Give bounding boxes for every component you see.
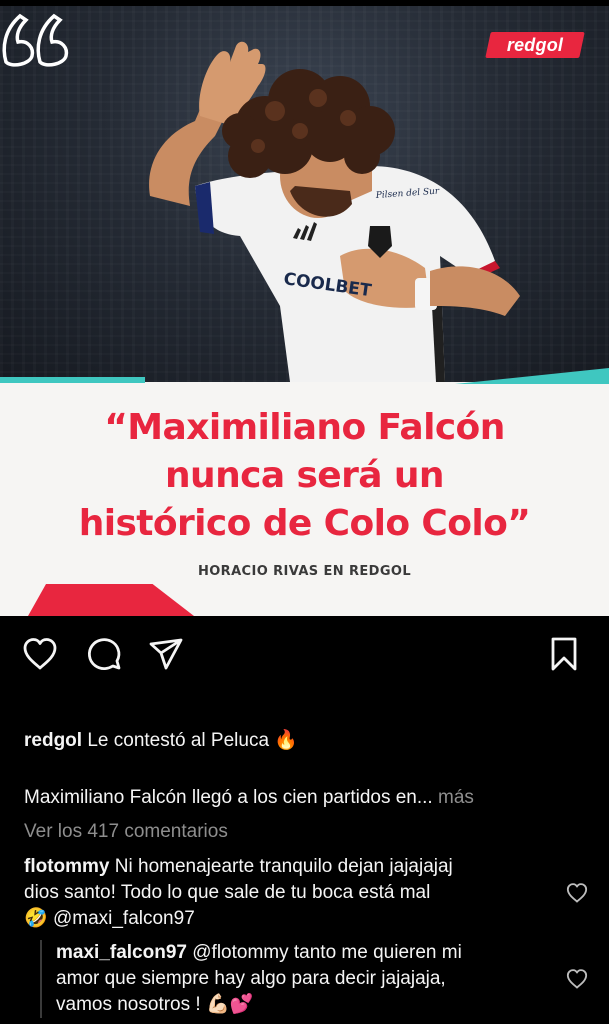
comment-text-line-2: amor que siempre hay algo para decir jaj…	[56, 968, 446, 989]
like-button[interactable]	[20, 634, 60, 674]
send-icon	[149, 638, 183, 670]
post-description: Maximiliano Falcón llegó a los cien part…	[24, 785, 474, 811]
heart-icon	[566, 969, 588, 989]
post-image[interactable]: COOLBET Pilsen del Sur redgol “Maximilia…	[0, 6, 609, 616]
share-button[interactable]	[146, 634, 186, 674]
headline-line-1: “Maximiliano Falcón	[104, 407, 505, 448]
comment-button[interactable]	[84, 634, 124, 674]
save-button[interactable]	[544, 634, 584, 674]
comment-like-button[interactable]	[566, 882, 588, 904]
laughing-emoji-icon: 🤣	[24, 908, 48, 929]
bookmark-icon	[551, 637, 577, 671]
view-comments-link[interactable]: Ver los 417 comentarios	[24, 819, 228, 845]
player-illustration: COOLBET Pilsen del Sur	[149, 41, 520, 382]
comment-reply: maxi_falcon97 @flotommy tanto me quieren…	[56, 940, 566, 1018]
comment-mention[interactable]: @maxi_falcon97	[53, 908, 195, 929]
caption-text: Le contestó al Peluca	[87, 730, 270, 752]
reply-thread-line	[40, 940, 42, 1018]
teal-accent-bar	[0, 377, 145, 383]
byline: HORACIO RIVAS EN REDGOL	[197, 564, 412, 579]
headline-line-2: nunca será un	[165, 455, 445, 496]
comment-username[interactable]: maxi_falcon97	[56, 942, 187, 963]
fire-emoji-icon: 🔥	[274, 730, 298, 751]
muscle-heart-emoji-icon: 💪🏻💕	[205, 994, 254, 1015]
player-photo: COOLBET Pilsen del Sur redgol	[0, 6, 609, 382]
caption-username[interactable]: redgol	[24, 730, 82, 751]
teal-accent-slant	[455, 368, 609, 384]
comment-text-line-1: Ni homenajearte tranquilo dejan jajajaja…	[114, 856, 453, 877]
comment: flotommy Ni homenajearte tranquilo dejan…	[24, 854, 564, 932]
comment-icon	[88, 638, 121, 670]
headline-line-3: histórico de Colo Colo”	[78, 503, 531, 544]
redgol-logo: redgol	[485, 32, 585, 58]
quote-mark-icon	[2, 13, 69, 67]
comment-username[interactable]: flotommy	[24, 856, 110, 877]
headline: “Maximiliano Falcón nunca será un histór…	[0, 404, 609, 548]
red-accent-slant	[28, 584, 46, 616]
more-link[interactable]: más	[438, 787, 474, 808]
comment-text-line-1: @flotommy tanto me quieren mi	[192, 942, 462, 963]
caption: redgol Le contestó al Peluca 🔥	[24, 728, 298, 754]
description-text: Maximiliano Falcón llegó a los cien part…	[24, 787, 433, 808]
comment-text-line-3: vamos nosotros !	[56, 994, 201, 1016]
heart-icon	[566, 883, 588, 903]
comment-text-line-2: dios santo! Todo lo que sale de tu boca …	[24, 882, 431, 903]
heart-icon	[23, 638, 57, 670]
comment-like-button[interactable]	[566, 968, 588, 990]
